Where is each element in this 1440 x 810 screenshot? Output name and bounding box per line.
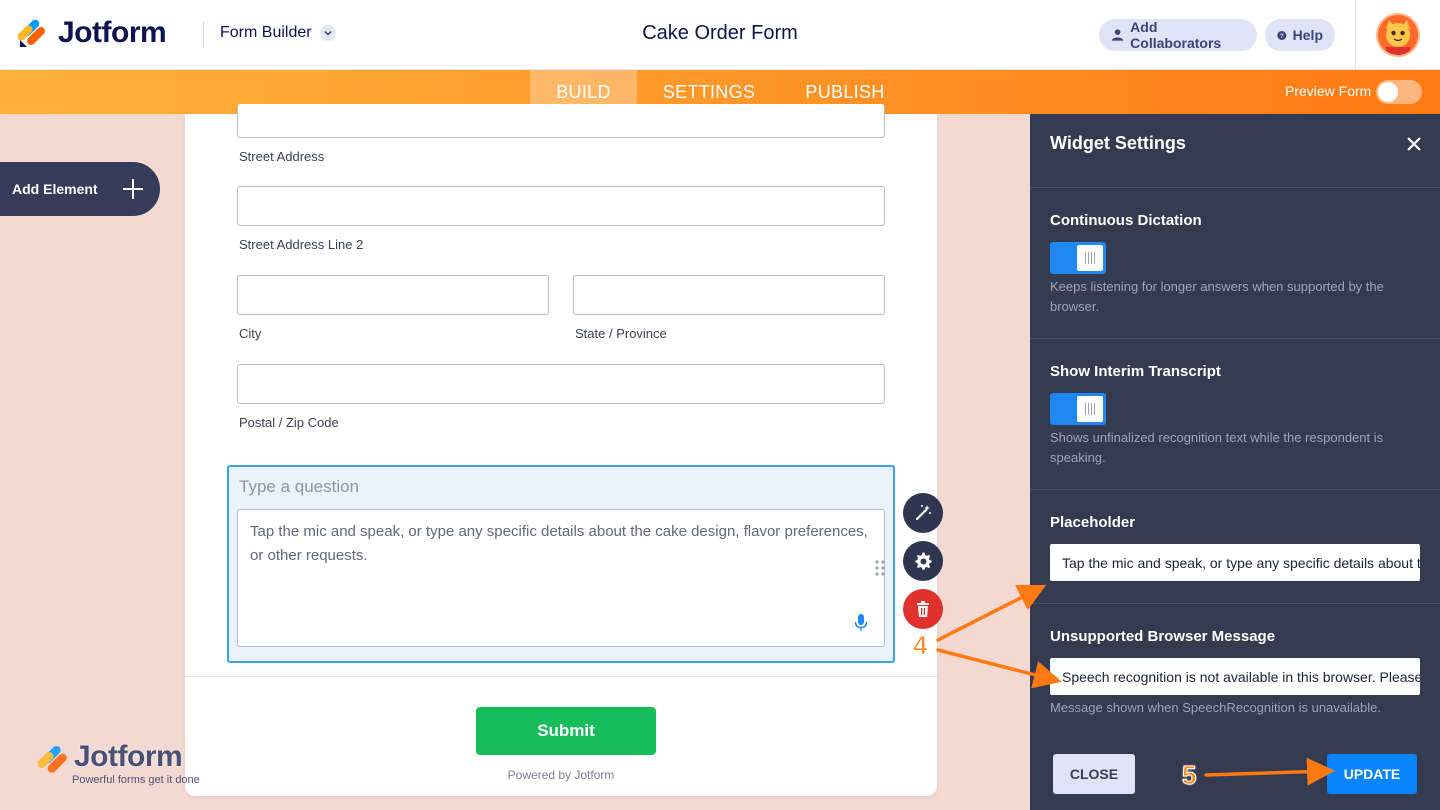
watermark-brand: Jotform [74,740,183,773]
street-address-input[interactable] [237,104,885,138]
chevron-down-icon [319,25,336,41]
add-collaborators-button[interactable]: Add Collaborators [1099,19,1257,51]
city-input[interactable] [237,275,549,315]
arrow-to-placeholder [936,584,1047,642]
widget-settings-panel: Widget Settings Continuous Dictation Kee… [1030,114,1440,810]
canvas-divider [185,676,937,677]
placeholder-input-value: Tap the mic and speak, or type any speci… [1062,554,1420,571]
update-button[interactable]: UPDATE [1327,754,1417,794]
selected-question-block[interactable]: Type a question Tap the mic and speak, o… [227,465,895,663]
annotation-step-4: 4 [912,630,928,661]
form-builder-menu[interactable]: Form Builder [220,24,336,42]
avatar-cat-icon [1378,15,1418,55]
unsupported-browser-section: Unsupported Browser Message Speech recog… [1030,604,1440,734]
street-address-line2-label: Street Address Line 2 [239,237,364,252]
delete-button[interactable] [903,589,943,629]
interim-transcript-description: Shows unfinalized recognition text while… [1050,430,1384,465]
close-icon[interactable] [1404,134,1424,154]
help-label: Help [1292,27,1323,43]
interim-transcript-section: Show Interim Transcript Shows unfinalize… [1030,339,1440,490]
panel-header: Widget Settings [1030,114,1440,188]
svg-text:?: ? [1280,32,1284,39]
unsupported-browser-input[interactable]: Speech recognition is not available in t… [1050,658,1420,695]
brand-name: Jotform [58,16,167,49]
drag-handle-icon[interactable] [874,559,886,577]
speech-textarea[interactable]: Tap the mic and speak, or type any speci… [237,509,885,647]
continuous-dictation-toggle[interactable] [1050,242,1106,274]
magic-wand-button[interactable] [903,493,943,533]
toggle-knob [1077,245,1103,271]
state-input[interactable] [573,275,885,315]
interim-transcript-title: Show Interim Transcript [1050,363,1221,380]
settings-button[interactable] [903,541,943,581]
top-header: Jotform Form Builder Cake Order Form Add… [0,0,1440,70]
preview-form-toggle[interactable] [1376,80,1422,104]
continuous-dictation-title: Continuous Dictation [1050,212,1202,229]
jotform-logo[interactable]: Jotform [18,16,167,50]
header-divider-right [1355,0,1356,70]
trash-icon [917,601,929,617]
question-title-placeholder[interactable]: Type a question [239,477,359,497]
continuous-dictation-description: Keeps listening for longer answers when … [1050,279,1384,314]
city-label: City [239,326,262,341]
close-button[interactable]: CLOSE [1053,754,1135,794]
gear-icon [915,552,932,570]
interim-transcript-toggle[interactable] [1050,393,1106,425]
help-button[interactable]: ? Help [1265,19,1335,51]
jotform-logo-icon [18,19,45,47]
add-element-label: Add Element [12,181,98,197]
unsupported-browser-title: Unsupported Browser Message [1050,628,1276,645]
powered-by-text: Powered by Jotform [507,768,615,782]
placeholder-title: Placeholder [1050,514,1136,531]
preview-form-label: Preview Form [1285,83,1372,99]
header-divider [203,22,204,48]
form-builder-label: Form Builder [220,24,312,41]
user-avatar[interactable] [1376,13,1420,57]
microphone-icon[interactable] [854,614,868,632]
add-collaborators-label: Add Collaborators [1130,19,1222,51]
submit-button[interactable]: Submit [476,707,656,755]
textarea-placeholder: Tap the mic and speak, or type any speci… [250,523,868,564]
continuous-dictation-section: Continuous Dictation Keeps listening for… [1030,188,1440,339]
annotation-step-5: 5 [1181,760,1197,791]
unsupported-browser-input-value: Speech recognition is not available in t… [1062,668,1420,685]
toggle-knob [1077,396,1103,422]
form-title[interactable]: Cake Order Form [560,22,880,45]
jotform-watermark: Jotform Powerful forms get it done [37,740,200,786]
magic-wand-icon [915,505,931,521]
placeholder-input[interactable]: Tap the mic and speak, or type any speci… [1050,544,1420,581]
form-canvas: Street Address Street Address Line 2 Cit… [185,104,937,796]
placeholder-section: Placeholder Tap the mic and speak, or ty… [1030,490,1440,604]
plus-icon [123,179,143,199]
user-icon [1111,29,1124,41]
street-address-label: Street Address [239,149,325,164]
help-icon: ? [1277,30,1287,40]
state-label: State / Province [575,326,667,341]
watermark-tagline: Powerful forms get it done [72,774,200,786]
jotform-watermark-logo-icon [37,745,67,773]
postal-code-input[interactable] [237,364,885,404]
street-address-line2-input[interactable] [237,186,885,226]
postal-code-label: Postal / Zip Code [239,415,339,430]
panel-title: Widget Settings [1050,133,1186,153]
toggle-knob [1378,82,1398,102]
add-element-button[interactable]: Add Element [0,162,160,216]
unsupported-browser-description: Message shown when SpeechRecognition is … [1050,700,1381,715]
